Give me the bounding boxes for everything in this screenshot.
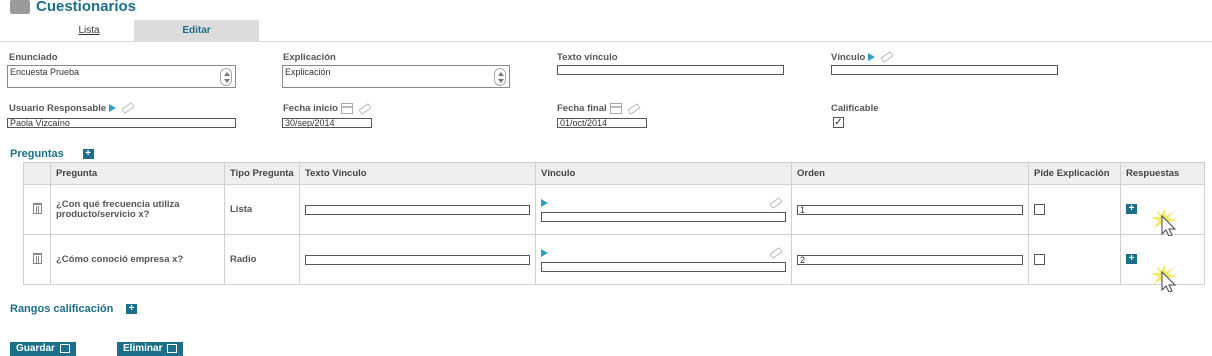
vinculo-input[interactable] <box>831 65 1058 75</box>
table-row: ¿Cómo conoció empresa x? Radio 2 + <box>23 234 1205 285</box>
eliminar-button[interactable]: Eliminar <box>117 342 184 356</box>
play-icon[interactable] <box>868 53 876 62</box>
play-icon[interactable] <box>109 104 117 113</box>
fecha-final-input[interactable]: 01/oct/2014 <box>557 118 647 128</box>
calendar-icon[interactable] <box>609 103 622 114</box>
usuario-label: Usuario Responsable <box>9 103 107 114</box>
pide-explicacion-checkbox[interactable] <box>1034 254 1045 265</box>
table-row: ¿Con qué frecuencia utiliza producto/ser… <box>23 184 1205 235</box>
add-rango-icon[interactable]: + <box>126 304 138 315</box>
pregunta-cell: ¿Con qué frecuencia utiliza producto/ser… <box>50 184 225 235</box>
texto-vinculo-label: Texto vínculo <box>557 52 618 63</box>
orden-input[interactable]: 1 <box>797 204 1023 215</box>
eraser-icon[interactable] <box>358 102 372 115</box>
vinculo-input[interactable] <box>541 261 786 272</box>
orden-input[interactable]: 2 <box>797 254 1023 265</box>
enunciado-label: Enunciado <box>9 52 58 63</box>
column-header: Respuestas <box>1120 162 1205 185</box>
column-header-blank <box>23 162 51 185</box>
cuestionarios-icon <box>10 0 30 14</box>
fecha-inicio-label: Fecha inicio <box>283 103 338 115</box>
explicacion-field[interactable]: Explicación <box>282 65 510 88</box>
tipo-cell: Radio <box>224 234 300 285</box>
column-header: Vínculo <box>535 162 792 185</box>
add-respuesta-icon[interactable]: + <box>1126 254 1137 265</box>
eliminar-label: Eliminar <box>123 343 163 354</box>
tab-bar: Lista Editar <box>0 20 1212 42</box>
page-title: Cuestionarios <box>36 0 137 15</box>
table-header-row: Pregunta Tipo Pregunta Texto Vínculo Vín… <box>23 162 1205 185</box>
preguntas-header: Preguntas + <box>10 148 94 160</box>
vinculo-input[interactable] <box>541 211 786 222</box>
explicacion-value: Explicación <box>285 67 331 77</box>
fecha-inicio-label-group: Fecha inicio <box>283 102 372 115</box>
vinculo-tools <box>541 246 786 262</box>
column-header: Texto Vínculo <box>299 162 536 185</box>
enunciado-field[interactable]: Encuesta Prueba <box>7 65 236 88</box>
guardar-label: Guardar <box>16 343 55 354</box>
calendar-icon[interactable] <box>340 103 353 114</box>
play-icon[interactable] <box>541 198 548 207</box>
texto-vinculo-input[interactable] <box>557 65 784 75</box>
save-icon <box>59 343 70 353</box>
texto-vinculo-input[interactable] <box>305 254 530 265</box>
cursor-highlight-icon <box>1150 264 1178 292</box>
column-header: Pide Explicación <box>1028 162 1121 185</box>
explicacion-label: Explicación <box>283 52 336 63</box>
eraser-icon[interactable] <box>626 102 641 115</box>
fecha-final-label-group: Fecha final <box>557 102 641 115</box>
vinculo-tools <box>541 196 786 212</box>
fecha-final-label: Fecha final <box>557 103 607 115</box>
cursor-highlight-icon <box>1150 208 1178 236</box>
eraser-icon[interactable] <box>769 196 783 209</box>
trash-icon <box>167 343 178 353</box>
add-respuesta-icon[interactable]: + <box>1126 204 1137 215</box>
resize-icon[interactable] <box>494 68 506 86</box>
guardar-button[interactable]: Guardar <box>10 342 76 356</box>
calificable-label: Calificable <box>831 103 879 114</box>
pide-explicacion-checkbox[interactable] <box>1034 204 1045 215</box>
usuario-label-group: Usuario Responsable <box>9 102 135 115</box>
rangos-title: Rangos calificación <box>10 303 114 315</box>
trash-icon[interactable] <box>32 252 42 264</box>
calificable-checkbox[interactable]: ✓ <box>833 117 844 128</box>
column-header: Pregunta <box>50 162 225 185</box>
tab-editar[interactable]: Editar <box>134 20 259 42</box>
pregunta-cell: ¿Cómo conoció empresa x? <box>50 234 225 285</box>
add-pregunta-icon[interactable]: + <box>82 149 94 160</box>
vinculo-label: Vínculo <box>831 52 866 63</box>
eraser-icon[interactable] <box>769 246 783 259</box>
enunciado-value: Encuesta Prueba <box>10 67 80 77</box>
preguntas-table: Pregunta Tipo Pregunta Texto Vínculo Vín… <box>23 162 1205 285</box>
resize-icon[interactable] <box>220 68 232 86</box>
trash-icon[interactable] <box>32 202 42 214</box>
preguntas-title: Preguntas <box>10 148 64 160</box>
column-header: Tipo Pregunta <box>224 162 300 185</box>
tipo-cell: Lista <box>224 184 300 235</box>
usuario-input[interactable]: Paola Vizcaíno <box>7 118 236 128</box>
play-icon[interactable] <box>541 248 548 257</box>
eraser-icon[interactable] <box>880 51 894 64</box>
tab-lista[interactable]: Lista <box>44 20 134 42</box>
texto-vinculo-input[interactable] <box>305 204 530 215</box>
eraser-icon[interactable] <box>121 102 135 115</box>
column-header: Orden <box>791 162 1029 185</box>
vinculo-label-group: Vínculo <box>831 51 894 64</box>
rangos-header: Rangos calificación + <box>10 303 138 315</box>
fecha-inicio-input[interactable]: 30/sep/2014 <box>282 118 372 128</box>
